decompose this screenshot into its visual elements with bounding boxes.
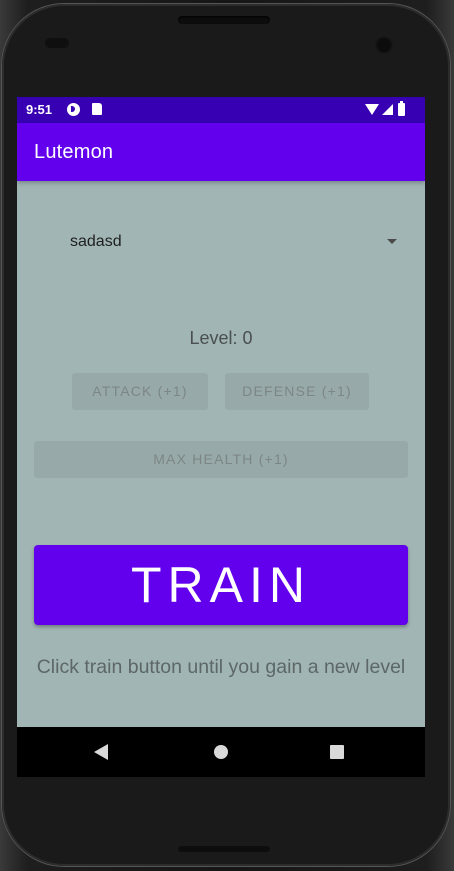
spinner-selected-value: sadasd <box>70 233 122 250</box>
home-icon[interactable] <box>214 745 228 759</box>
recents-icon[interactable] <box>330 745 344 759</box>
dropdown-arrow-icon <box>387 239 397 244</box>
device-frame: 9:51 Lutemon sadasd Level: 0 ATTACK (+1)… <box>0 0 454 871</box>
signal-icon <box>382 104 393 115</box>
earpiece-speaker <box>178 16 270 24</box>
front-camera <box>375 36 393 54</box>
defense-button[interactable]: DEFENSE (+1) <box>225 373 369 410</box>
proximity-sensor <box>45 38 69 48</box>
status-bar: 9:51 <box>17 97 425 123</box>
max-health-button[interactable]: MAX HEALTH (+1) <box>34 441 408 478</box>
lutemon-spinner[interactable]: sadasd <box>57 225 397 259</box>
level-label: Level: 0 <box>189 328 253 348</box>
status-indicators <box>365 101 415 118</box>
status-time: 9:51 <box>26 102 53 117</box>
back-icon[interactable] <box>94 744 108 760</box>
attack-button[interactable]: ATTACK (+1) <box>72 373 208 410</box>
wifi-icon <box>365 104 379 115</box>
hint-text: Click train button until you gain a new … <box>36 656 406 678</box>
sd-card-icon <box>92 103 102 115</box>
navigation-bar <box>17 727 425 777</box>
app-screen: 9:51 Lutemon sadasd Level: 0 ATTACK (+1)… <box>17 97 425 777</box>
battery-icon <box>398 101 405 116</box>
app-bar: Lutemon <box>17 123 425 181</box>
app-title: Lutemon <box>34 141 114 163</box>
train-button[interactable]: TRAIN <box>34 545 408 625</box>
status-app-icon <box>67 103 80 116</box>
bottom-speaker <box>178 846 270 852</box>
